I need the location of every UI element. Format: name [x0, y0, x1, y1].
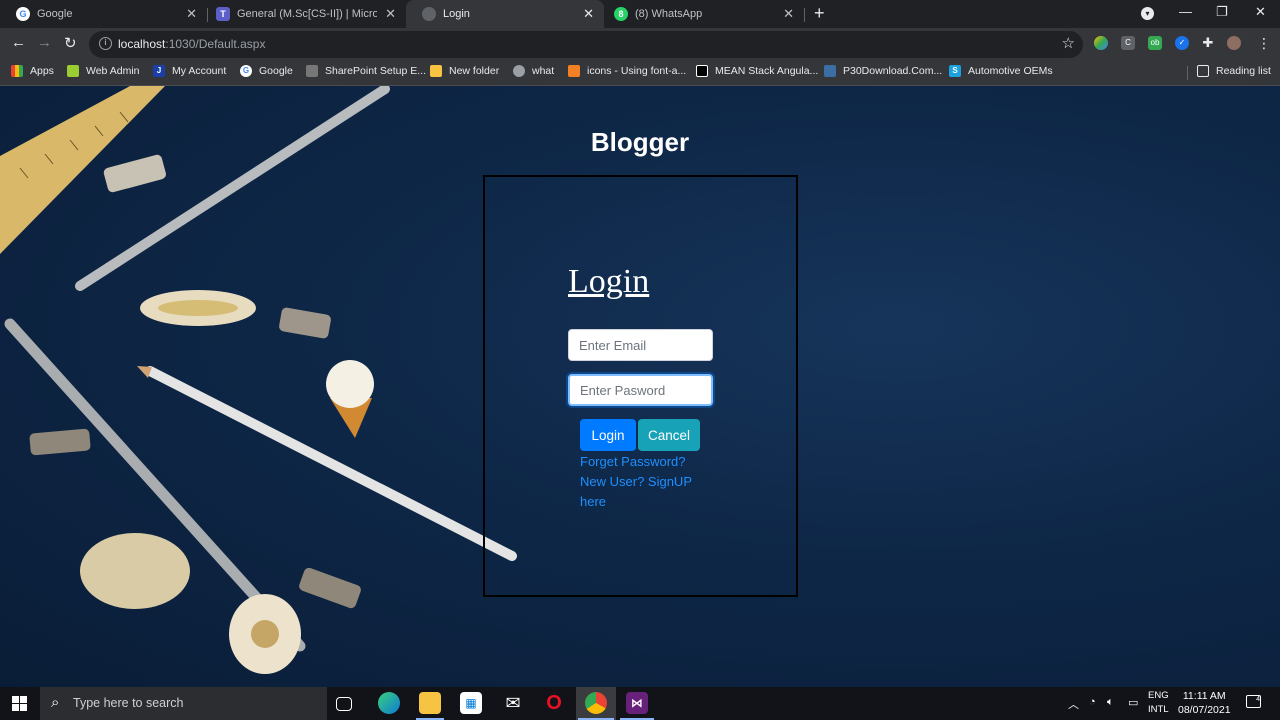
checkmark-extension-icon[interactable]: ✓	[1175, 36, 1189, 50]
bookmarks-separator	[1187, 66, 1188, 80]
chrome-icon[interactable]	[585, 692, 607, 714]
password-input[interactable]	[568, 374, 713, 406]
teams-icon: T	[216, 7, 230, 21]
web-admin-icon	[67, 65, 79, 77]
tab-login[interactable]: Login ✕	[406, 0, 604, 28]
bookmark-sharepoint[interactable]: SharePoint Setup E...	[306, 65, 426, 77]
browser-toolbar: ← → ↻ i localhost:1030/Default.aspx ☆ C …	[0, 28, 1280, 60]
bookmark-my-account[interactable]: J My Account	[153, 65, 226, 77]
reading-list-icon	[1197, 65, 1209, 77]
color-picker-extension-icon[interactable]	[1094, 36, 1108, 50]
globe-icon	[422, 7, 436, 21]
bookmark-automotive-oems[interactable]: S Automotive OEMs	[949, 65, 1053, 77]
tab-teams[interactable]: T General (M.Sc[CS-II]) | Microsoft ✕	[200, 0, 406, 28]
tab-search-icon[interactable]: ▾	[1141, 7, 1154, 20]
jio-icon: J	[153, 65, 165, 77]
extension-c-icon[interactable]: C	[1121, 36, 1135, 50]
mail-icon[interactable]: ✉	[502, 692, 524, 714]
windows-taskbar: ⌕ Type here to search ▦ ✉ O ⋈ ︿ ◔ 🔈︎ ▭ E…	[0, 687, 1280, 720]
bookmarks-bar: Apps Web Admin J My Account G Google Share…	[0, 60, 1280, 86]
url-text[interactable]: localhost:1030/Default.aspx	[118, 37, 265, 51]
more-menu-icon[interactable]: ⋮	[1257, 35, 1271, 52]
close-window-icon[interactable]: ✕	[1255, 4, 1266, 20]
cancel-button[interactable]: Cancel	[638, 419, 700, 451]
battery-icon[interactable]: ▭	[1128, 696, 1138, 709]
windows-start-icon[interactable]	[12, 696, 27, 711]
tab-strip: G Google ✕ T General (M.Sc[CS-II]) | Mic…	[0, 0, 1280, 28]
reload-icon[interactable]: ↻	[64, 34, 77, 52]
s-icon: S	[949, 65, 961, 77]
close-icon[interactable]: ✕	[783, 6, 794, 22]
mean-icon	[696, 65, 708, 77]
page-viewport: Blogger Login Login Cancel Forget Passwo…	[0, 86, 1280, 687]
bookmark-star-icon[interactable]: ☆	[1062, 34, 1075, 52]
file-explorer-icon[interactable]	[419, 692, 441, 714]
signup-link[interactable]: New User? SignUP here	[580, 472, 705, 512]
tray-overflow-icon[interactable]: ︿	[1068, 696, 1079, 712]
minimize-icon[interactable]: —	[1179, 4, 1192, 19]
apps-grid-icon	[11, 65, 23, 77]
close-icon[interactable]: ✕	[583, 6, 594, 22]
edge-browser-icon[interactable]	[378, 692, 400, 714]
close-icon[interactable]: ✕	[385, 6, 396, 22]
reading-list-button[interactable]: Reading list	[1197, 65, 1271, 77]
tab-separator	[804, 8, 805, 22]
address-bar[interactable]: i localhost:1030/Default.aspx ☆	[89, 31, 1083, 58]
bookmark-what[interactable]: what	[513, 65, 554, 77]
wifi-icon[interactable]: ◔	[1089, 696, 1096, 708]
globe-icon	[513, 65, 525, 77]
extensions-puzzle-icon[interactable]: ✚	[1201, 36, 1215, 50]
login-button[interactable]: Login	[580, 419, 636, 451]
google-icon: G	[16, 7, 30, 21]
obs-extension-icon[interactable]: ob	[1148, 36, 1162, 50]
language-indicator[interactable]: ENG INTL	[1148, 689, 1169, 717]
task-view-icon[interactable]	[336, 697, 352, 711]
close-icon[interactable]: ✕	[186, 6, 197, 22]
bookmark-new-folder[interactable]: New folder	[430, 65, 499, 77]
clock[interactable]: 11:11 AM 08/07/2021	[1178, 689, 1231, 717]
p30-icon	[824, 65, 836, 77]
login-heading: Login	[568, 263, 650, 300]
taskbar-search-box[interactable]: ⌕ Type here to search	[40, 687, 327, 720]
login-form: Login Login Cancel Forget Password? New …	[483, 175, 798, 597]
blog-title: Blogger	[590, 127, 690, 157]
email-input[interactable]	[568, 329, 713, 361]
stackoverflow-icon	[568, 65, 580, 77]
restore-icon[interactable]: ❐	[1216, 4, 1228, 20]
folder-icon	[430, 65, 442, 77]
stationery-background-image	[0, 86, 517, 674]
bookmark-mean-stack[interactable]: MEAN Stack Angula...	[696, 65, 818, 77]
forget-password-link[interactable]: Forget Password?	[580, 452, 686, 472]
tab-google[interactable]: G Google ✕	[0, 0, 207, 28]
bookmark-apps[interactable]: Apps	[11, 65, 54, 77]
profile-avatar[interactable]	[1227, 36, 1241, 50]
notification-center-icon[interactable]: 4	[1246, 695, 1261, 708]
bookmark-google[interactable]: G Google	[240, 65, 293, 77]
back-arrow-icon[interactable]: ←	[11, 34, 26, 51]
opera-icon[interactable]: O	[543, 692, 565, 714]
search-icon: ⌕	[51, 694, 60, 711]
info-icon[interactable]: i	[99, 37, 112, 50]
sharepoint-icon	[306, 65, 318, 77]
visual-studio-icon[interactable]: ⋈	[626, 692, 648, 714]
microsoft-store-icon[interactable]: ▦	[460, 692, 482, 714]
bookmark-web-admin[interactable]: Web Admin	[67, 65, 140, 77]
whatsapp-icon: 8	[614, 7, 628, 21]
tab-whatsapp[interactable]: 8 (8) WhatsApp ✕	[598, 0, 804, 28]
google-icon: G	[240, 65, 252, 77]
forward-arrow-icon[interactable]: →	[37, 34, 52, 51]
bookmark-icons-font[interactable]: icons - Using font-a...	[568, 65, 686, 77]
bookmark-p30download[interactable]: P30Download.Com...	[824, 65, 942, 77]
new-tab-button[interactable]: +	[814, 3, 825, 24]
volume-icon[interactable]: 🔈︎	[1107, 696, 1114, 709]
